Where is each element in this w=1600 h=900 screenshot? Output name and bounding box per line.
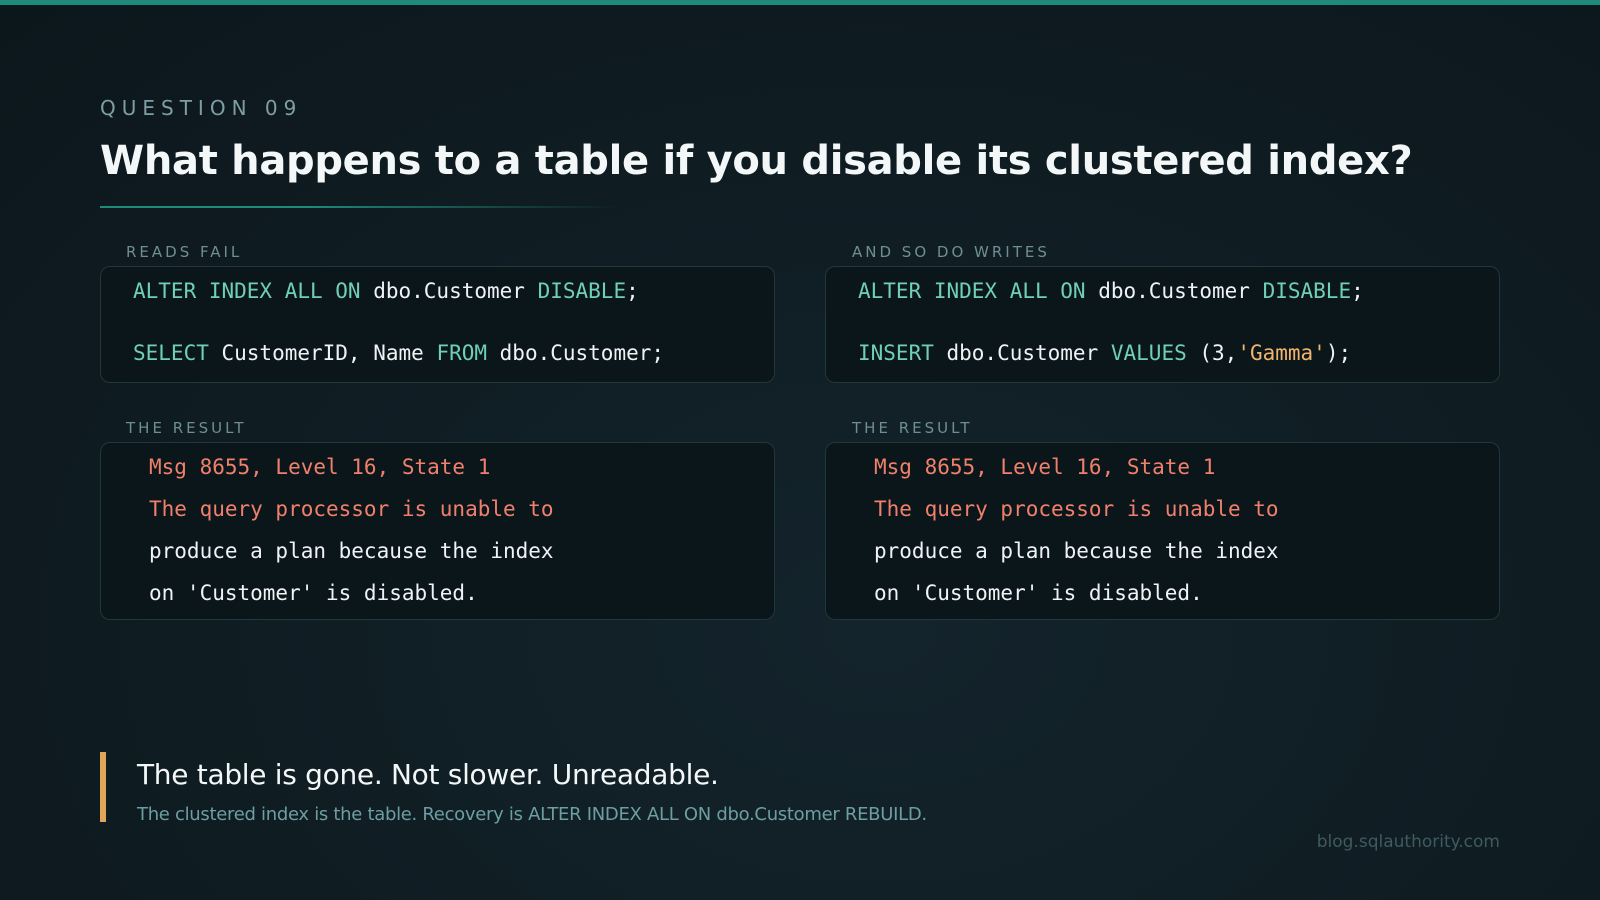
page-title: What happens to a table if you disable i… (100, 138, 1413, 184)
error-message-line: Msg 8655, Level 16, State 1 (149, 455, 491, 479)
panel-label-reads: READS FAIL (126, 243, 243, 261)
code-text: dbo.Customer; (487, 341, 665, 365)
code-keyword: SELECT (133, 341, 209, 365)
result-label-reads: THE RESULT (126, 419, 247, 437)
code-text: ); (1325, 341, 1352, 365)
question-number: QUESTION 09 (100, 96, 303, 120)
code-keyword: ALTER INDEX ALL ON (858, 279, 1086, 303)
code-text: ; (626, 279, 639, 303)
source-footer: blog.sqlauthority.com (1316, 832, 1500, 852)
error-message-line: on 'Customer' is disabled. (149, 581, 478, 605)
code-line-insert: INSERT dbo.Customer VALUES (3,'Gamma'); (858, 341, 1351, 365)
code-text: dbo.Customer (933, 341, 1111, 365)
title-underline (100, 206, 620, 208)
top-accent-bar (0, 0, 1600, 5)
error-message-line: The query processor is unable to (149, 497, 554, 521)
error-message-line: The query processor is unable to (874, 497, 1279, 521)
code-line-select: SELECT CustomerID, Name FROM dbo.Custome… (133, 341, 664, 365)
code-text: dbo.Customer (1085, 279, 1263, 303)
code-keyword: DISABLE (537, 279, 627, 303)
error-message-line: Msg 8655, Level 16, State 1 (874, 455, 1216, 479)
code-text: (3, (1186, 341, 1238, 365)
error-message-line: produce a plan because the index (874, 539, 1279, 563)
code-keyword: FROM (436, 341, 488, 365)
code-text: CustomerID, Name (208, 341, 437, 365)
callout-subtext: The clustered index is the table. Recove… (137, 804, 927, 825)
code-text: dbo.Customer (360, 279, 538, 303)
code-keyword: INSERT (858, 341, 934, 365)
code-keyword: DISABLE (1262, 279, 1352, 303)
code-line-alter: ALTER INDEX ALL ON dbo.Customer DISABLE; (133, 279, 639, 303)
code-block-reads: ALTER INDEX ALL ON dbo.Customer DISABLE;… (100, 266, 775, 383)
error-message-line: produce a plan because the index (149, 539, 554, 563)
result-block-writes: Msg 8655, Level 16, State 1 The query pr… (825, 442, 1500, 620)
code-keyword: VALUES (1110, 341, 1187, 365)
code-line-alter: ALTER INDEX ALL ON dbo.Customer DISABLE; (858, 279, 1364, 303)
code-keyword: ALTER INDEX ALL ON (133, 279, 361, 303)
panel-label-writes: AND SO DO WRITES (852, 243, 1050, 261)
code-string: 'Gamma' (1237, 341, 1326, 365)
result-label-writes: THE RESULT (852, 419, 973, 437)
callout-headline: The table is gone. Not slower. Unreadabl… (137, 758, 719, 791)
result-block-reads: Msg 8655, Level 16, State 1 The query pr… (100, 442, 775, 620)
code-text: ; (1351, 279, 1364, 303)
callout-accent-bar (100, 752, 106, 822)
code-block-writes: ALTER INDEX ALL ON dbo.Customer DISABLE;… (825, 266, 1500, 383)
error-message-line: on 'Customer' is disabled. (874, 581, 1203, 605)
